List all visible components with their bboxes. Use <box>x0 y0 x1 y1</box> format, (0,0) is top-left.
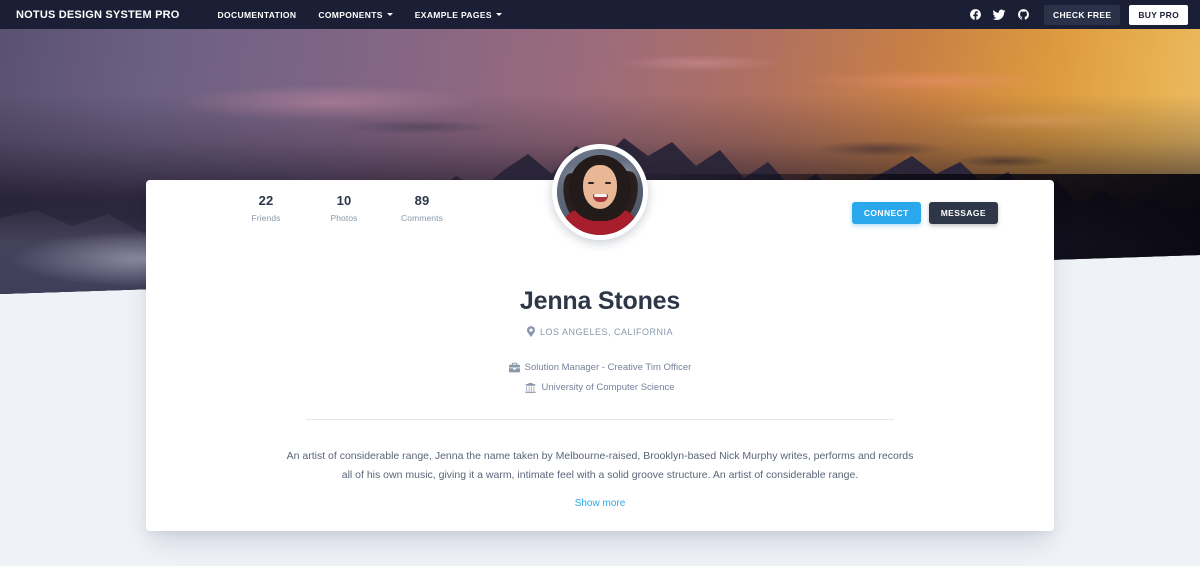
profile-education: University of Computer Science <box>146 382 1054 393</box>
connect-button[interactable]: CONNECT <box>851 202 921 224</box>
stat-value: 10 <box>336 193 352 208</box>
stat-comments: 89 Comments <box>397 193 447 223</box>
profile-actions: CONNECT MESSAGE <box>851 202 998 224</box>
profile-job-label: Solution Manager - Creative Tim Officer <box>524 362 692 373</box>
avatar-face <box>583 165 617 209</box>
chevron-down-icon <box>495 13 502 16</box>
avatar-image <box>557 149 643 235</box>
facebook-icon[interactable] <box>963 3 987 27</box>
top-navbar: NOTUS DESIGN SYSTEM PRO DOCUMENTATION CO… <box>0 0 1200 29</box>
section-divider <box>306 419 894 420</box>
profile-card-header: 22 Friends 10 Photos 89 Comments CONNECT… <box>146 144 1054 268</box>
profile-bio: An artist of considerable range, Jenna t… <box>286 450 914 481</box>
github-icon[interactable] <box>1011 3 1035 27</box>
stat-label: Photos <box>330 213 358 223</box>
nav-link-example-pages[interactable]: EXAMPLE PAGES <box>415 10 502 20</box>
stat-value: 22 <box>258 193 274 208</box>
avatar[interactable] <box>552 144 648 240</box>
message-button[interactable]: MESSAGE <box>928 202 998 224</box>
brand-logo[interactable]: NOTUS DESIGN SYSTEM PRO <box>16 9 180 21</box>
profile-education-label: University of Computer Science <box>541 382 675 393</box>
briefcase-icon <box>508 362 520 373</box>
check-free-button[interactable]: CHECK FREE <box>1044 4 1121 25</box>
profile-location-label: LOS ANGELES, CALIFORNIA <box>539 326 674 337</box>
nav-links: DOCUMENTATION COMPONENTS EXAMPLE PAGES <box>218 10 502 20</box>
twitter-icon[interactable] <box>987 3 1011 27</box>
stat-label: Comments <box>401 213 443 223</box>
nav-link-documentation[interactable]: DOCUMENTATION <box>218 10 297 20</box>
profile-stats: 22 Friends 10 Photos 89 Comments <box>241 193 447 223</box>
show-more-link[interactable]: Show more <box>146 498 1054 509</box>
stat-label: Friends <box>251 213 281 223</box>
map-pin-icon <box>526 326 535 337</box>
stat-value: 89 <box>414 193 430 208</box>
chevron-down-icon <box>386 13 393 16</box>
navbar-right-group: CHECK FREE BUY PRO <box>963 3 1188 27</box>
profile-card: 22 Friends 10 Photos 89 Comments CONNECT… <box>146 144 1054 531</box>
stat-photos: 10 Photos <box>319 193 369 223</box>
university-icon <box>525 382 537 393</box>
nav-link-components[interactable]: COMPONENTS <box>318 9 393 20</box>
profile-job: Solution Manager - Creative Tim Officer <box>146 362 1054 373</box>
profile-location: LOS ANGELES, CALIFORNIA <box>146 326 1054 337</box>
nav-link-label: DOCUMENTATION <box>217 9 297 20</box>
profile-meta-block: Solution Manager - Creative Tim Officer … <box>146 362 1054 393</box>
profile-identity: Jenna Stones LOS ANGELES, CALIFORNIA Sol… <box>146 286 1054 393</box>
buy-pro-button[interactable]: BUY PRO <box>1129 4 1188 25</box>
profile-name: Jenna Stones <box>519 287 681 315</box>
stat-friends: 22 Friends <box>241 193 291 223</box>
nav-link-label: EXAMPLE PAGES <box>414 9 492 20</box>
nav-link-label: COMPONENTS <box>318 9 383 20</box>
